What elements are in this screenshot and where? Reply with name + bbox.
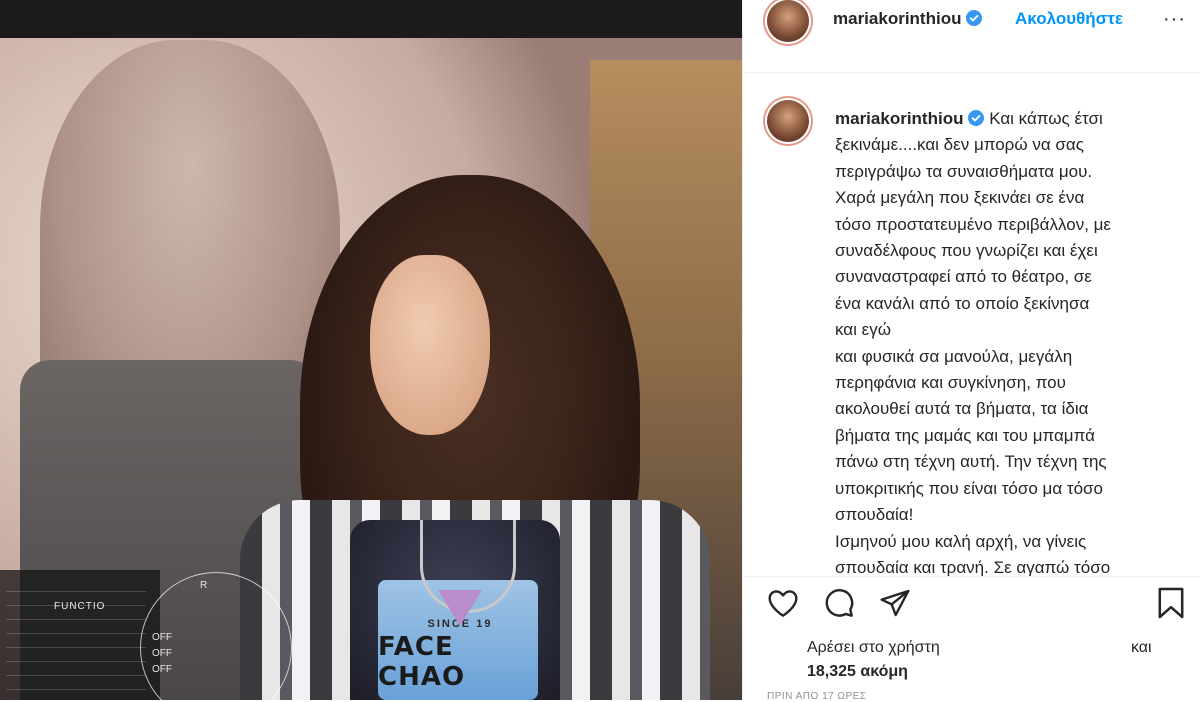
caption-username[interactable]: mariakorinthiou [835,109,963,128]
pendant [438,590,482,626]
scope-label: FUNCTIO [54,601,106,612]
follow-button[interactable]: Ακολουθήστε [1015,9,1123,29]
hud-item: OFF [152,664,172,675]
hud-item: OFF [152,648,172,659]
like-button[interactable] [765,585,801,621]
verified-badge-icon [968,110,985,126]
post-timestamp[interactable]: ΠΡΙΝ ΑΠΟ 17 ΩΡΕΣ [767,691,866,702]
girl-face [370,255,490,435]
heart-icon [768,590,798,617]
post-image[interactable]: FACE CHAO SINCE 19 FUNCTIO R OFF OFF OFF [0,0,742,700]
caption-area: mariakorinthiou Και κάπως έτσι ξεκινάμε.… [743,73,1200,576]
comment-button[interactable] [821,585,857,621]
likes-count-link[interactable]: 18,325 ακόμη [807,663,908,681]
t-shirt-text: FACE CHAO [378,632,466,692]
comment-icon [825,589,854,617]
hud-r-label: R [200,580,208,591]
caption-text: mariakorinthiou Και κάπως έτσι ξεκινάμε.… [835,106,1135,576]
header-username[interactable]: mariakorinthiou [833,9,983,29]
liked-by-text: Αρέσει στο χρήστη [807,639,940,656]
verified-badge-icon [966,10,983,26]
caption-body: Και κάπως έτσι ξεκινάμε....και δεν μπορώ… [835,109,1112,576]
post-actions: Αρέσει στο χρήστη και 18,325 ακόμη ΠΡΙΝ … [743,576,1200,702]
hud-item: OFF [152,632,172,643]
avatar[interactable] [767,0,809,42]
post-side-panel: mariakorinthiou Ακολουθήστε ··· mariakor… [742,0,1200,702]
hud-items: OFF OFF OFF [152,630,172,678]
share-icon [880,589,910,617]
save-button[interactable] [1153,585,1189,621]
more-options-icon[interactable]: ··· [1163,8,1186,31]
monitor-top-bar [0,0,742,38]
liked-by-and: και [1131,639,1152,656]
avatar[interactable] [767,100,809,142]
header-username-text[interactable]: mariakorinthiou [833,9,961,28]
share-button[interactable] [877,585,913,621]
post-header: mariakorinthiou Ακολουθήστε ··· [743,0,1200,73]
bookmark-icon [1158,587,1184,619]
